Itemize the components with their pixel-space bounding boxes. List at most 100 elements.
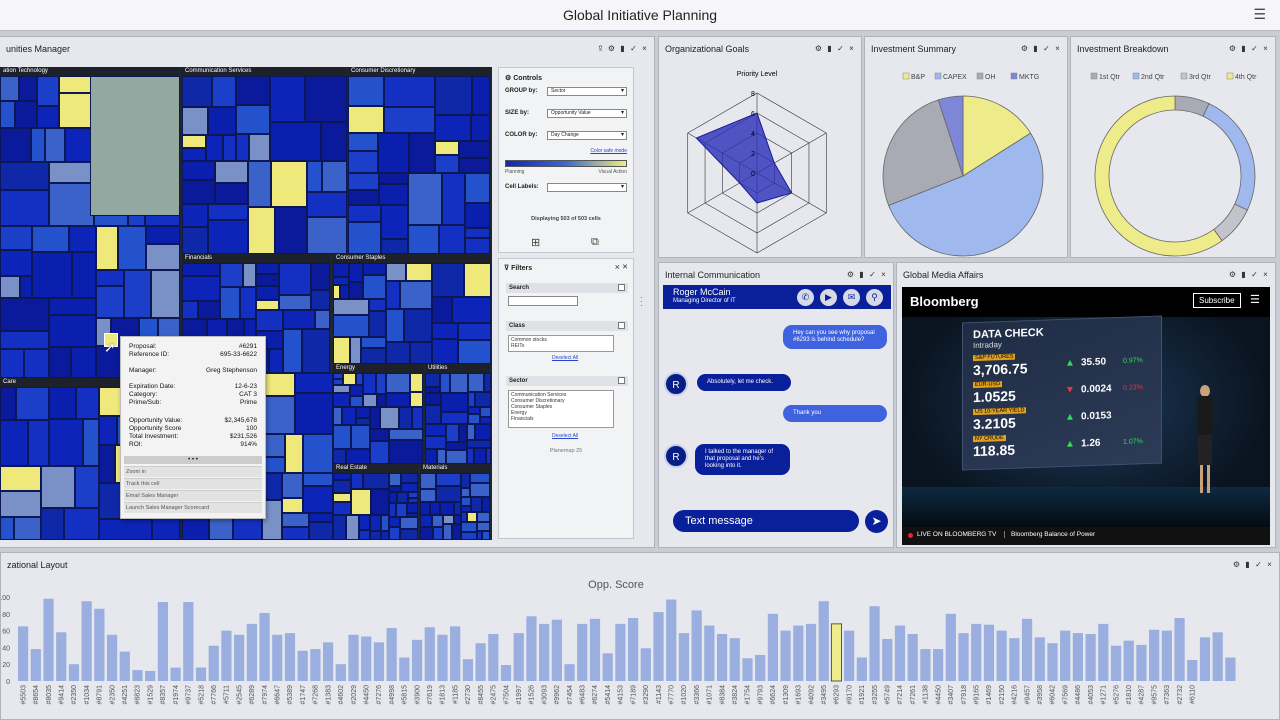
treemap-cell[interactable] xyxy=(182,161,215,180)
treemap-cell[interactable] xyxy=(333,480,351,493)
treemap-cell[interactable] xyxy=(349,282,363,299)
treemap-cell[interactable] xyxy=(458,323,491,340)
treemap-cell[interactable] xyxy=(311,290,330,310)
treemap-cell[interactable] xyxy=(348,222,381,254)
treemap-cell[interactable] xyxy=(467,512,477,522)
treemap-cell[interactable] xyxy=(240,287,256,319)
lock-icon[interactable]: ▮ xyxy=(617,37,628,61)
close-icon[interactable]: × xyxy=(846,37,857,61)
treemap-cell[interactable] xyxy=(468,392,475,407)
treemap-cell[interactable] xyxy=(399,407,412,429)
treemap-cell[interactable] xyxy=(420,515,432,527)
mail-icon[interactable]: ✉ xyxy=(843,289,860,306)
treemap-cell[interactable] xyxy=(340,285,349,299)
color-safe-link[interactable]: Color safe mode xyxy=(590,148,627,154)
close-icon[interactable]: × xyxy=(1260,263,1271,287)
treemap-cell[interactable] xyxy=(432,515,443,527)
close-icon[interactable]: × xyxy=(878,263,889,287)
treemap-cell[interactable] xyxy=(437,449,446,464)
treemap-cell[interactable] xyxy=(361,337,386,348)
treemap-cell[interactable] xyxy=(425,393,441,405)
treemap-cell[interactable] xyxy=(333,407,342,425)
treemap-cell[interactable] xyxy=(236,105,270,134)
treemap-cell[interactable] xyxy=(270,76,305,122)
treemap-cell[interactable] xyxy=(32,252,72,298)
treemap-cell[interactable] xyxy=(307,192,347,217)
treemap-cell[interactable] xyxy=(256,263,279,274)
treemap-cell[interactable] xyxy=(470,473,490,483)
treemap-cell[interactable] xyxy=(182,76,212,107)
treemap-cell[interactable] xyxy=(236,76,270,105)
treemap-cell[interactable] xyxy=(322,161,347,192)
lock-icon[interactable]: ▮ xyxy=(1242,553,1253,577)
treemap-cell[interactable] xyxy=(41,508,64,540)
close-icon[interactable]: × xyxy=(639,37,650,61)
treemap-cell[interactable] xyxy=(256,286,279,300)
lock-icon[interactable]: ▮ xyxy=(1238,263,1249,287)
treemap-cell[interactable] xyxy=(19,76,37,101)
treemap-cell[interactable] xyxy=(96,226,118,270)
treemap-cell[interactable] xyxy=(369,299,386,311)
treemap-cell[interactable] xyxy=(468,373,484,392)
treemap-cell[interactable] xyxy=(0,101,15,128)
treemap-cell[interactable] xyxy=(0,331,49,349)
group-select[interactable]: Sector xyxy=(547,87,627,96)
treemap-cell[interactable] xyxy=(475,424,491,440)
treemap-cell[interactable] xyxy=(124,270,151,318)
treemap-cell[interactable] xyxy=(425,436,446,449)
treemap-cell[interactable] xyxy=(410,342,432,364)
close-icon[interactable]: × xyxy=(1052,37,1063,61)
treemap-cell[interactable] xyxy=(348,151,378,173)
treemap-cell[interactable] xyxy=(279,263,311,295)
check-icon[interactable]: ✓ xyxy=(1041,37,1052,61)
close-icon[interactable]: × xyxy=(1264,553,1275,577)
treemap-cell[interactable] xyxy=(435,115,471,141)
treemap-cell[interactable] xyxy=(0,190,49,226)
treemap-cell[interactable] xyxy=(346,449,370,464)
treemap-cell[interactable] xyxy=(420,527,433,540)
treemap-cell[interactable] xyxy=(389,440,423,464)
treemap-cell[interactable] xyxy=(380,407,399,429)
treemap-cell[interactable] xyxy=(243,263,256,287)
treemap-cell[interactable] xyxy=(482,531,490,540)
treemap-cell[interactable] xyxy=(386,309,404,342)
treemap-cell[interactable] xyxy=(49,183,94,226)
treemap-cell[interactable] xyxy=(401,483,418,492)
treemap-cell[interactable] xyxy=(386,263,406,281)
size-select[interactable]: Opportunity Value xyxy=(547,109,627,118)
search-input[interactable] xyxy=(508,296,578,306)
treemap-cell[interactable] xyxy=(270,122,321,161)
treemap-cell[interactable] xyxy=(359,515,370,530)
treemap-cell[interactable] xyxy=(425,373,440,387)
treemap-cell[interactable] xyxy=(282,527,309,540)
treemap-cell[interactable] xyxy=(386,393,410,407)
treemap-cell[interactable] xyxy=(151,270,180,318)
treemap-cell[interactable] xyxy=(14,517,41,540)
treemap-cell[interactable] xyxy=(443,515,454,524)
treemap-cell[interactable] xyxy=(220,263,243,287)
video-player[interactable]: Bloomberg Subscribe ☰ DATA CHECK Intrada… xyxy=(902,287,1270,545)
treemap-cell[interactable] xyxy=(118,226,146,270)
treemap-cell[interactable] xyxy=(441,412,468,424)
treemap-cell[interactable] xyxy=(441,393,468,412)
treemap-cell[interactable] xyxy=(0,517,14,540)
treemap-cell[interactable] xyxy=(359,530,370,540)
treemap-cell[interactable] xyxy=(302,329,330,373)
treemap-cell[interactable] xyxy=(450,373,468,393)
treemap-cell[interactable] xyxy=(370,531,381,540)
treemap-cell[interactable] xyxy=(468,407,480,414)
treemap-cell[interactable] xyxy=(410,392,423,407)
treemap-cell[interactable] xyxy=(363,263,386,275)
gear-icon[interactable]: ⚙ xyxy=(1231,553,1242,577)
treemap-cell[interactable] xyxy=(182,135,206,148)
treemap-cell[interactable] xyxy=(0,466,41,491)
color-select[interactable]: Day Change xyxy=(547,131,627,140)
treemap-cell[interactable] xyxy=(370,441,389,464)
treemap-cell[interactable] xyxy=(333,385,350,393)
treemap-cell[interactable] xyxy=(146,226,180,244)
treemap-cell[interactable] xyxy=(356,418,370,425)
treemap-cell[interactable] xyxy=(64,508,99,540)
gear-icon[interactable]: ⚙ xyxy=(813,37,824,61)
treemap-cell[interactable] xyxy=(333,473,351,480)
treemap-cell[interactable] xyxy=(0,128,31,162)
